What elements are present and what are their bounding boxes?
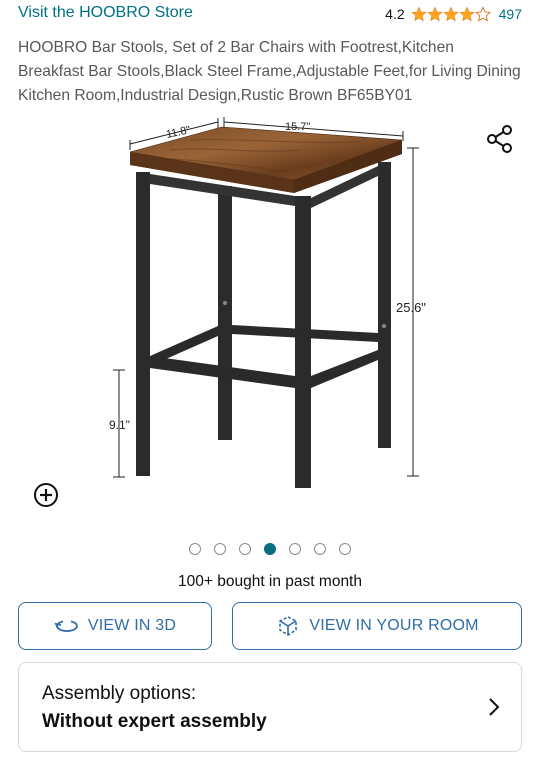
carousel-dot[interactable] <box>214 543 226 555</box>
product-image[interactable]: 11.8" 15.7" 25.6" 9.1" <box>100 110 440 490</box>
assembly-options-value: Without expert assembly <box>42 711 267 732</box>
ar-cube-icon <box>279 616 298 636</box>
view-in-your-room-button[interactable]: VIEW IN YOUR ROOM <box>232 602 522 650</box>
dimension-footrest: 9.1" <box>109 418 130 432</box>
carousel-dot[interactable] <box>289 543 301 555</box>
bought-in-past-month: 100+ bought in past month <box>178 573 362 590</box>
assembly-options-selector[interactable]: Assembly options: Without expert assembl… <box>18 662 522 752</box>
assembly-options-label: Assembly options: <box>42 683 197 704</box>
star-icon <box>442 6 459 22</box>
dimension-width: 15.7" <box>285 121 310 133</box>
dimension-height: 25.6" <box>396 300 426 315</box>
carousel-dot[interactable] <box>239 543 251 555</box>
rating-summary[interactable]: 4.2 497 <box>385 6 522 22</box>
carousel-dot[interactable] <box>189 543 201 555</box>
product-title: HOOBRO Bar Stools, Set of 2 Bar Chairs w… <box>18 39 521 104</box>
rating-score: 4.2 <box>385 6 405 22</box>
rating-count[interactable]: 497 <box>499 6 522 22</box>
carousel-dot[interactable] <box>314 543 326 555</box>
star-icon <box>410 6 427 22</box>
chevron-right-icon <box>489 698 500 716</box>
view-in-3d-label: VIEW IN 3D <box>87 617 177 634</box>
carousel-dot[interactable] <box>339 543 351 555</box>
share-icon[interactable] <box>485 124 515 154</box>
rotate-3d-icon <box>54 618 78 632</box>
carousel-indicator <box>0 543 540 555</box>
star-rating <box>410 6 491 22</box>
star-icon <box>426 6 443 22</box>
view-in-your-room-label: VIEW IN YOUR ROOM <box>309 617 479 634</box>
carousel-dot-active[interactable] <box>264 543 276 555</box>
view-in-3d-button[interactable]: VIEW IN 3D <box>18 602 212 650</box>
visit-store-link[interactable]: Visit the HOOBRO Store <box>18 4 193 22</box>
star-empty-icon <box>474 6 491 22</box>
star-icon <box>458 6 475 22</box>
zoom-plus-icon[interactable] <box>33 482 59 508</box>
